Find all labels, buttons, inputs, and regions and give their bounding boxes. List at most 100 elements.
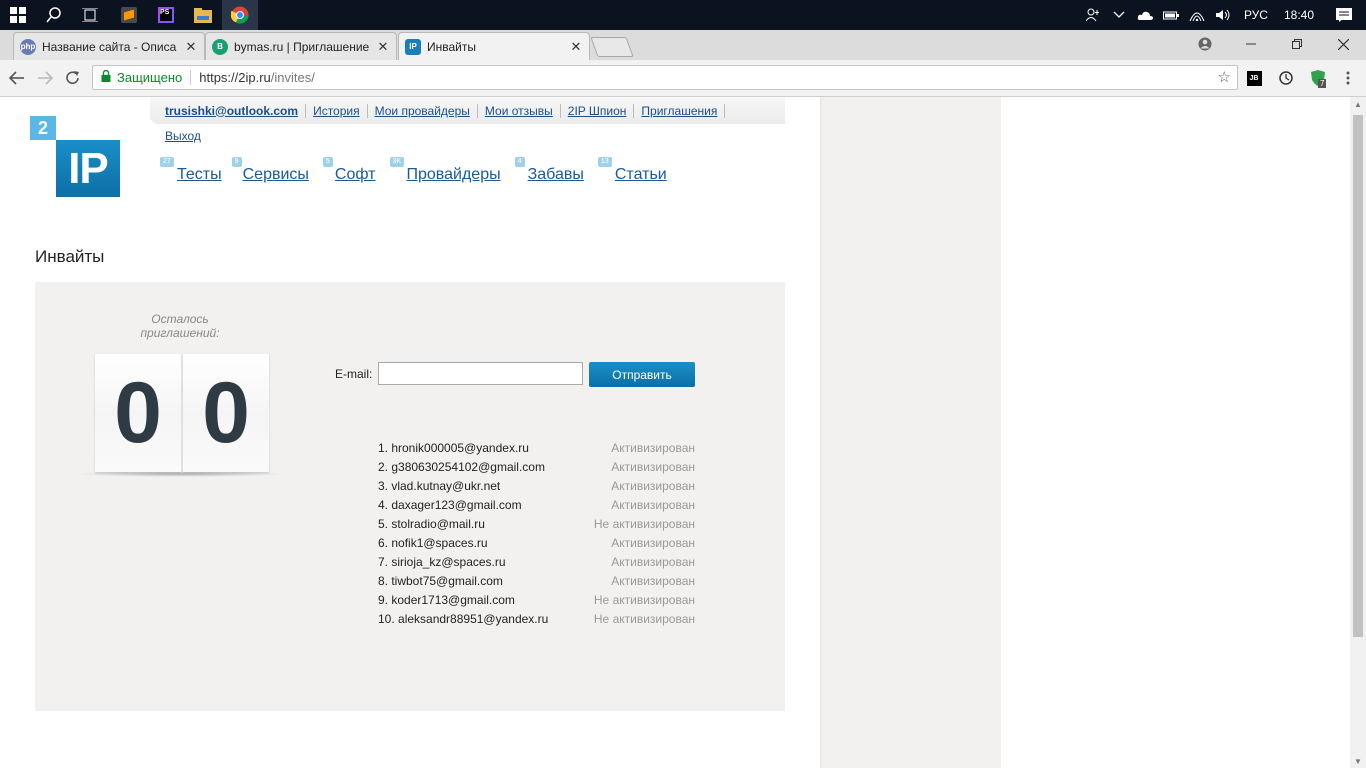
restore-button[interactable]	[1274, 30, 1320, 58]
windows-taskbar: PS РУС 18:40	[0, 0, 1366, 30]
scroll-up-arrow-icon[interactable]: ▲	[1350, 97, 1366, 111]
close-window-button[interactable]	[1320, 30, 1366, 58]
clock[interactable]: 18:40	[1276, 8, 1322, 22]
email-label: E-mail:	[335, 367, 373, 381]
scroll-thumb[interactable]	[1353, 115, 1363, 637]
logo-text: IP	[56, 140, 120, 197]
nav-providers[interactable]: 3K Провайдеры	[389, 157, 501, 184]
chrome-icon[interactable]	[222, 0, 258, 30]
secure-label: Защищено	[117, 70, 183, 85]
back-button[interactable]	[5, 66, 29, 90]
invite-status: Активизирован	[611, 574, 695, 588]
invite-email: 3. vlad.kutnay@ukr.net	[378, 479, 501, 493]
invite-status: Активизирован	[611, 536, 695, 550]
tab-title: bymas.ru | Приглашение	[234, 39, 370, 54]
invitations-link[interactable]: Приглашения	[634, 103, 726, 118]
invite-email: 7. sirioja_kz@spaces.ru	[378, 555, 506, 569]
invite-email: 10. aleksandr88951@yandex.ru	[378, 612, 549, 626]
page-title: Инвайты	[35, 247, 105, 266]
close-tab-icon[interactable]: ✕	[569, 39, 583, 55]
url-host: https://2ip.ru	[199, 70, 271, 85]
notifications-icon[interactable]	[1322, 0, 1366, 30]
send-button[interactable]: Отправить	[589, 362, 695, 387]
nav-badge: 9	[231, 157, 242, 167]
user-email-link[interactable]: trusishki@outlook.com	[165, 103, 307, 118]
address-bar[interactable]: Защищено https://2ip.ru/invites/ ☆	[92, 65, 1238, 90]
invite-email: 1. hronik000005@yandex.ru	[378, 441, 529, 455]
invites-panel: Осталось приглашений: 0 0 E-mail: Отправ…	[35, 282, 785, 711]
invite-status: Активизирован	[611, 555, 695, 569]
new-tab-button[interactable]	[590, 37, 634, 57]
user-menu: trusishki@outlook.com История Мои провай…	[150, 97, 785, 124]
invite-email: 5. stolradio@mail.ru	[378, 517, 485, 531]
bookmark-star-icon[interactable]: ☆	[1218, 68, 1231, 86]
search-icon[interactable]	[36, 0, 72, 30]
list-item: 10. aleksandr88951@yandex.ru Не активизир…	[378, 610, 695, 629]
sync-extension-icon[interactable]	[1276, 68, 1296, 88]
language-indicator[interactable]: РУС	[1236, 8, 1276, 22]
battery-icon[interactable]	[1158, 0, 1184, 30]
close-tab-icon[interactable]: ✕	[184, 39, 198, 55]
onedrive-icon[interactable]	[1132, 0, 1158, 30]
phpstorm-icon[interactable]: PS	[148, 0, 184, 30]
close-tab-icon[interactable]: ✕	[376, 39, 390, 55]
main-nav: 27 Тесты 9 Сервисы 5 Софт 3K Провайдеры …	[160, 157, 667, 184]
tab-invites[interactable]: IP Инвайты ✕	[398, 32, 590, 60]
site-logo[interactable]: 2 IP	[30, 116, 120, 197]
url-text[interactable]: https://2ip.ru/invites/	[199, 70, 315, 85]
profile-icon[interactable]	[1182, 30, 1228, 58]
invite-status: Активизирован	[611, 460, 695, 474]
list-item: 8. tiwbot75@gmail.com Активизирован	[378, 572, 695, 591]
shield-extension-icon[interactable]: 7	[1308, 68, 1328, 88]
jetbrains-extension-icon[interactable]: JB	[1244, 68, 1264, 88]
lock-icon	[101, 69, 111, 85]
email-input[interactable]	[378, 362, 583, 385]
nav-tests[interactable]: 27 Тесты	[160, 157, 222, 184]
list-item: 3. vlad.kutnay@ukr.net Активизирован	[378, 477, 695, 496]
wifi-icon[interactable]	[1184, 0, 1210, 30]
logout-link[interactable]: Выход	[165, 129, 201, 143]
tab-bymas[interactable]: B bymas.ru | Приглашение ✕	[205, 32, 397, 60]
invite-status: Активизирован	[611, 479, 695, 493]
list-item: 7. sirioja_kz@spaces.ru Активизирован	[378, 553, 695, 572]
reload-button[interactable]	[61, 66, 85, 90]
start-icon[interactable]	[0, 0, 36, 30]
nav-articles[interactable]: 13 Статьи	[597, 157, 667, 184]
tab-php-site[interactable]: php Название сайта - Описа ✕	[13, 32, 205, 60]
extension-badge: 7	[1318, 79, 1327, 88]
my-providers-link[interactable]: Мои провайдеры	[368, 103, 478, 118]
invite-email: 4. daxager123@gmail.com	[378, 498, 522, 512]
divider	[190, 70, 192, 85]
list-item: 9. koder1713@gmail.com Не активизирован	[378, 591, 695, 610]
minimize-button[interactable]	[1228, 30, 1274, 58]
nav-badge: 4	[514, 157, 525, 167]
invite-email: 8. tiwbot75@gmail.com	[378, 574, 503, 588]
nav-label[interactable]: Провайдеры	[390, 157, 501, 184]
people-icon[interactable]	[1080, 0, 1106, 30]
my-reviews-link[interactable]: Мои отзывы	[478, 103, 561, 118]
nav-label[interactable]: Сервисы	[232, 157, 309, 184]
history-link[interactable]: История	[306, 103, 368, 118]
explorer-icon[interactable]	[185, 0, 221, 30]
page-scrollbar[interactable]: ▲ ▼	[1350, 97, 1366, 768]
right-sidebar	[820, 97, 1001, 768]
scroll-down-arrow-icon[interactable]: ▼	[1350, 754, 1366, 768]
nav-badge: 27	[160, 157, 174, 167]
chevron-up-icon[interactable]	[1106, 0, 1132, 30]
nav-services[interactable]: 9 Сервисы	[231, 157, 309, 184]
jetbrains-label: JB	[1246, 70, 1262, 86]
tab-strip: php Название сайта - Описа ✕ B bymas.ru …	[0, 30, 1366, 60]
tab-title: Название сайта - Описа	[42, 39, 177, 54]
nav-label[interactable]: Забавы	[515, 157, 584, 184]
invite-status: Активизирован	[611, 441, 695, 455]
sublime-icon[interactable]	[111, 0, 147, 30]
nav-fun[interactable]: 4 Забавы	[514, 157, 584, 184]
tab-title: Инвайты	[427, 39, 476, 54]
forward-button[interactable]	[33, 66, 57, 90]
2ip-spy-link[interactable]: 2IP Шпион	[561, 103, 635, 118]
menu-kebab-icon[interactable]	[1338, 68, 1358, 88]
list-item: 2. g380630254102@gmail.com Активизирован	[378, 458, 695, 477]
nav-software[interactable]: 5 Софт	[322, 157, 376, 184]
volume-icon[interactable]	[1210, 0, 1236, 30]
task-view-icon[interactable]	[72, 0, 108, 30]
